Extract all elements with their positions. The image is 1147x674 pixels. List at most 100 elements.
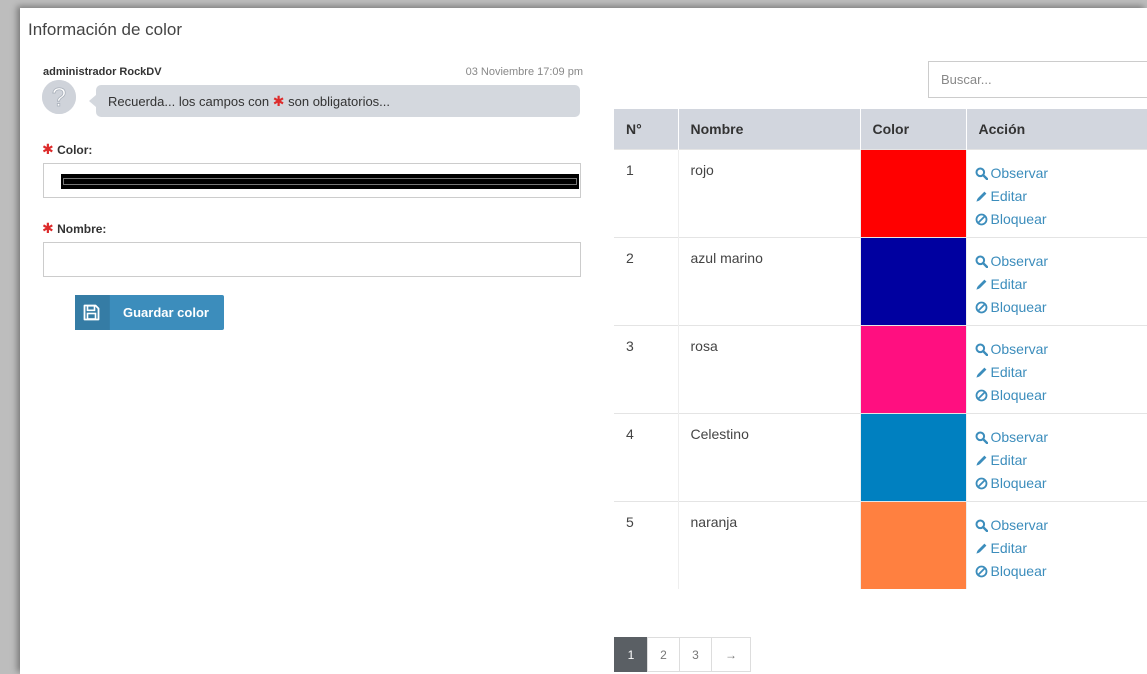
edit-label: Editar — [990, 451, 1028, 468]
arrow-right-icon: → — [725, 647, 737, 662]
save-color-button[interactable]: Guardar color — [75, 295, 224, 330]
save-color-label: Guardar color — [123, 305, 209, 320]
header-number[interactable]: N° — [614, 109, 679, 149]
view-label: Observar — [990, 252, 1049, 269]
view-label: Observar — [990, 428, 1049, 445]
reminder-text-end: son obligatorios... — [288, 94, 391, 109]
ban-icon — [975, 387, 991, 403]
block-label: Bloquear — [990, 562, 1047, 579]
required-mark-icon: ✱ — [42, 220, 54, 236]
edit-link[interactable]: Editar — [975, 273, 1147, 296]
page-3-button[interactable]: 3 — [679, 637, 712, 672]
color-info-panel: Información de color administrador RockD… — [20, 8, 1147, 674]
color-label-text: Color: — [57, 143, 93, 157]
row-color-cell — [860, 324, 967, 413]
color-picker-input[interactable] — [61, 174, 579, 189]
row-number: 3 — [614, 324, 679, 413]
reminder-text-start: Recuerda... los campos con — [108, 94, 270, 109]
search-icon — [975, 253, 991, 269]
row-name: Celestino — [678, 412, 861, 501]
edit-link[interactable]: Editar — [975, 185, 1147, 208]
color-swatch — [860, 237, 966, 325]
required-mark-icon: ✱ — [42, 141, 54, 157]
message-timestamp: 03 Noviembre 17:09 pm — [465, 66, 583, 78]
table-row: 3 rosa Observar Editar Bloquear — [614, 324, 1147, 413]
table-row: 1 rojo Observar Editar Bloquear — [614, 148, 1147, 237]
block-label: Bloquear — [990, 210, 1047, 227]
table-header-row: N° Nombre Color Acción — [614, 109, 1147, 149]
color-swatch — [860, 325, 966, 413]
block-label: Bloquear — [990, 298, 1047, 315]
row-name: azul marino — [678, 236, 861, 325]
row-actions: Observar Editar Bloquear — [966, 412, 1147, 501]
message-author: administrador RockDV — [43, 66, 162, 78]
view-label: Observar — [990, 164, 1049, 181]
edit-label: Editar — [990, 187, 1028, 204]
block-label: Bloquear — [990, 386, 1047, 403]
page-2-button[interactable]: 2 — [647, 637, 680, 672]
search-icon — [975, 517, 991, 533]
edit-label: Editar — [990, 363, 1028, 380]
row-actions: Observar Editar Bloquear — [966, 500, 1147, 589]
row-number: 1 — [614, 148, 679, 237]
table-row: 4 Celestino Observar Editar Bloquear — [614, 412, 1147, 501]
view-link[interactable]: Observar — [975, 250, 1147, 273]
block-link[interactable]: Bloquear — [975, 472, 1147, 495]
next-page-button[interactable]: → — [711, 637, 751, 672]
svg-text:?: ? — [52, 82, 66, 112]
view-link[interactable]: Observar — [975, 514, 1147, 537]
pencil-icon — [975, 540, 991, 556]
search-field — [928, 61, 1147, 98]
view-label: Observar — [990, 340, 1049, 357]
row-actions: Observar Editar Bloquear — [966, 324, 1147, 413]
message-header: administrador RockDV 03 Noviembre 17:09 … — [43, 66, 583, 82]
header-color[interactable]: Color — [860, 109, 967, 149]
floppy-disk-icon — [75, 295, 110, 330]
row-color-cell — [860, 412, 967, 501]
view-link[interactable]: Observar — [975, 162, 1147, 185]
pencil-icon — [975, 452, 991, 468]
color-swatch — [860, 149, 966, 237]
row-name: naranja — [678, 500, 861, 589]
edit-link[interactable]: Editar — [975, 537, 1147, 560]
panel-title: Información de color — [28, 20, 183, 39]
row-color-cell — [860, 236, 967, 325]
table-row: 2 azul marino Observar Editar Bloquear — [614, 236, 1147, 325]
header-action[interactable]: Acción — [966, 109, 1147, 149]
ban-icon — [975, 211, 991, 227]
view-label: Observar — [990, 516, 1049, 533]
edit-label: Editar — [990, 539, 1028, 556]
search-icon — [975, 341, 991, 357]
row-color-cell — [860, 500, 967, 589]
pencil-icon — [975, 364, 991, 380]
nombre-input[interactable] — [44, 243, 580, 276]
search-icon — [975, 429, 991, 445]
pagination: 1 2 3 → — [614, 637, 751, 672]
pencil-icon — [975, 276, 991, 292]
ban-icon — [975, 563, 991, 579]
block-label: Bloquear — [990, 474, 1047, 491]
row-actions: Observar Editar Bloquear — [966, 236, 1147, 325]
required-mark-icon: ✱ — [272, 93, 285, 109]
row-actions: Observar Editar Bloquear — [966, 148, 1147, 237]
nombre-label-text: Nombre: — [57, 222, 107, 236]
ban-icon — [975, 299, 991, 315]
row-number: 4 — [614, 412, 679, 501]
view-link[interactable]: Observar — [975, 426, 1147, 449]
page-1-button[interactable]: 1 — [614, 637, 648, 672]
color-swatch — [860, 501, 966, 589]
edit-link[interactable]: Editar — [975, 361, 1147, 384]
header-name[interactable]: Nombre — [678, 109, 861, 149]
row-color-cell — [860, 148, 967, 237]
color-field — [43, 163, 581, 198]
question-mark-icon: ? — [42, 80, 76, 114]
view-link[interactable]: Observar — [975, 338, 1147, 361]
block-link[interactable]: Bloquear — [975, 208, 1147, 231]
block-link[interactable]: Bloquear — [975, 560, 1147, 583]
edit-label: Editar — [990, 275, 1028, 292]
block-link[interactable]: Bloquear — [975, 384, 1147, 407]
block-link[interactable]: Bloquear — [975, 296, 1147, 319]
edit-link[interactable]: Editar — [975, 449, 1147, 472]
row-name: rojo — [678, 148, 861, 237]
search-input[interactable] — [929, 62, 1147, 97]
